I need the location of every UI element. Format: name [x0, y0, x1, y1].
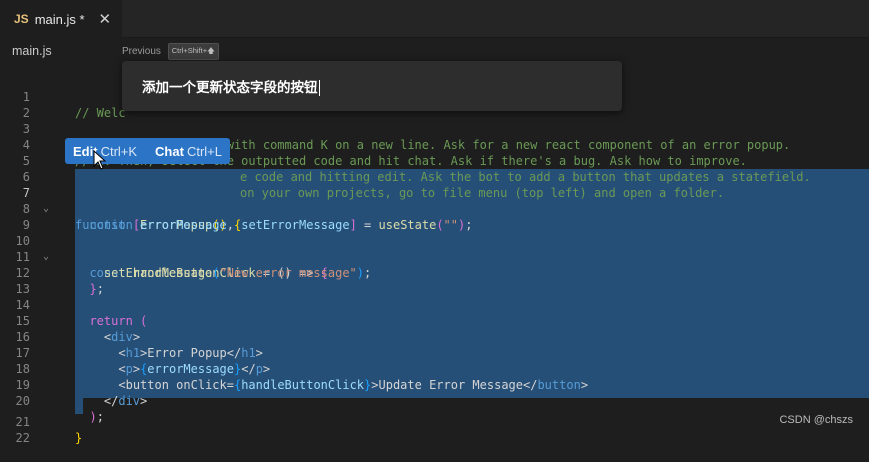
code-line: 11 setErrorMessage("New error message"); — [0, 233, 869, 280]
code-line: 18 <button onClick={handleButtonClick}>U… — [0, 345, 869, 392]
code-line: 15 <div> — [0, 297, 869, 344]
mouse-pointer-icon — [93, 150, 107, 170]
javascript-file-icon: JS — [14, 12, 29, 26]
code-line: 22 — [0, 414, 869, 445]
code-line: 9 — [0, 201, 869, 232]
code-line: 12 }; — [0, 249, 869, 296]
chat-button[interactable]: Chat — [155, 144, 184, 159]
code-line: 13 — [0, 265, 869, 296]
close-icon[interactable]: ✕ — [99, 10, 112, 28]
code-line: 21 } — [0, 398, 869, 445]
code-line: 8 const [errorMessage, setErrorMessage] … — [0, 185, 869, 232]
tab-bar: JS main.js * ✕ — [0, 0, 869, 38]
code-line: 10 ⌄ const handleButtonClick = () => { — [0, 217, 869, 280]
tab-title: main.js * — [34, 11, 85, 27]
breadcrumb[interactable]: main.js — [12, 44, 52, 58]
selection-actions-toolbar: Edit Ctrl+K Chat Ctrl+L — [65, 138, 230, 164]
code-line: 17 <p>{errorMessage}</p> — [0, 329, 869, 376]
code-line: 7 ⌄ function ErrorPopup() { — [0, 169, 869, 232]
code-line: 19 </div> — [0, 361, 869, 408]
code-editor[interactable]: 1 // Welc 2 3 // 1. Try generating with … — [0, 70, 869, 445]
chat-shortcut: Ctrl+L — [186, 143, 222, 159]
code-line: 16 <h1>Error Popup</h1> — [0, 313, 869, 360]
code-line: 4 // 2. Then, select the outputted code … — [0, 121, 869, 168]
code-line: 20 ); — [0, 377, 869, 424]
previous-label: Previous — [122, 46, 161, 58]
previous-prompt-hint[interactable]: Previous Ctrl+Shift+🡅 — [122, 43, 219, 60]
text-caret — [318, 80, 320, 96]
prompt-input[interactable]: 添加一个更新状态字段的按钮 — [142, 76, 320, 96]
inline-prompt-box[interactable]: 添加一个更新状态字段的按钮 — [122, 61, 622, 111]
line-number: 22 — [15, 431, 30, 445]
code-line: 14 return ( — [0, 281, 869, 328]
previous-shortcut: Ctrl+Shift+🡅 — [167, 43, 219, 60]
watermark: CSDN @chszs — [779, 414, 853, 426]
tab-main-js[interactable]: JS main.js * ✕ — [0, 0, 122, 38]
